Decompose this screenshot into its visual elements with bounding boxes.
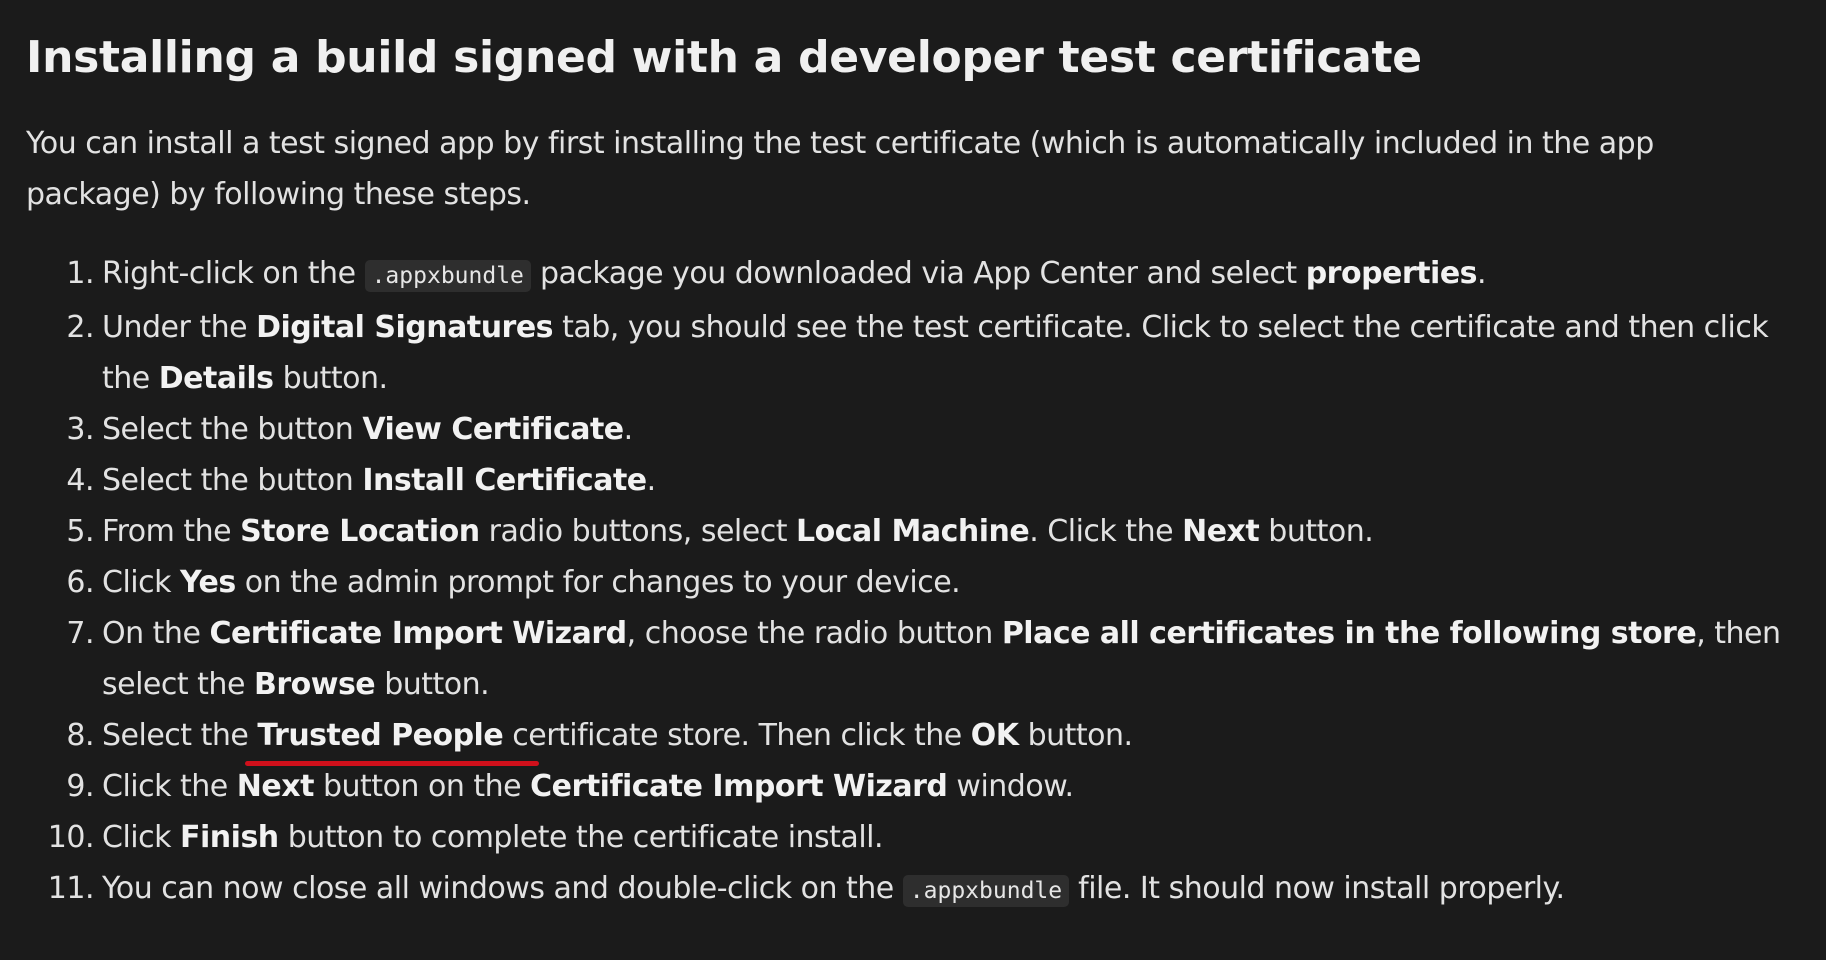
bold-term: Finish <box>180 820 279 855</box>
step-item: 6. Click Yes on the admin prompt for chan… <box>26 557 1786 608</box>
bold-term: Certificate Import Wizard <box>209 616 627 651</box>
step-text: button. <box>1259 514 1374 549</box>
step-number: 9. <box>66 769 94 804</box>
step-text: certificate store. Then click the <box>503 718 971 753</box>
step-number: 8. <box>66 718 94 753</box>
step-text: button. <box>375 667 490 702</box>
step-number: 7. <box>66 616 94 651</box>
intro-paragraph: You can install a test signed app by fir… <box>26 126 1654 212</box>
step-number: 5. <box>66 514 94 549</box>
article: Installing a build signed with a develop… <box>26 0 1786 917</box>
underlined-term: Trusted People <box>245 710 540 766</box>
bold-term: Details <box>158 361 274 396</box>
step-text: Click the <box>102 769 237 804</box>
step-text: button. <box>1018 718 1134 753</box>
bold-term: OK <box>970 718 1019 753</box>
step-number: 1. <box>66 256 94 291</box>
step-text: . <box>1477 256 1487 291</box>
bold-term: Digital Signatures <box>256 310 554 345</box>
bold-term: Browse <box>253 667 376 702</box>
bold-term: Certificate Import Wizard <box>530 769 948 804</box>
step-text: package you downloaded via App Center an… <box>530 256 1306 291</box>
step-text: Click <box>102 820 181 855</box>
step-item: 11. You can now close all windows and dou… <box>26 863 1786 917</box>
bold-term: Install Certificate <box>362 463 647 498</box>
bold-term: Place all certificates in the following … <box>1001 616 1697 651</box>
step-text: Under the <box>102 310 257 345</box>
step-text: radio buttons, select <box>479 514 796 549</box>
step-item: 7. On the Certificate Import Wizard, choo… <box>26 608 1786 710</box>
step-number: 4. <box>66 463 94 498</box>
step-text: . <box>623 412 634 447</box>
steps-list: 1. Right-click on the .appxbundle package… <box>26 248 1786 917</box>
bold-term: Next <box>236 769 315 804</box>
bold-term: properties <box>1305 256 1478 291</box>
bold-term: Local Machine <box>796 514 1030 549</box>
step-text: button on the <box>313 769 531 804</box>
step-item: 5. From the Store Location radio buttons,… <box>26 506 1786 557</box>
inline-code: .appxbundle <box>902 875 1070 907</box>
step-number: 6. <box>66 565 94 600</box>
step-text: Click <box>102 565 181 600</box>
step-number: 2. <box>66 310 94 345</box>
step-item: 9. Click the Next button on the Certifica… <box>26 761 1786 812</box>
step-text: On the <box>102 616 210 651</box>
bold-term: Store Location <box>240 514 480 549</box>
step-text: button to complete the certificate insta… <box>278 820 884 855</box>
step-text: Right-click on the <box>102 256 365 291</box>
step-item: 2. Under the Digital Signatures tab, you … <box>26 302 1786 404</box>
step-text: Select the button <box>102 412 363 447</box>
step-text: window. <box>947 769 1074 804</box>
step-number: 10. <box>47 820 95 855</box>
bold-term: Next <box>1182 514 1260 549</box>
step-number: 3. <box>66 412 94 447</box>
step-number: 11. <box>47 871 95 906</box>
step-text: Select the button <box>102 463 363 498</box>
step-item: 3. Select the button View Certificate. <box>26 404 1786 455</box>
step-item: 8. Select the Trusted People certificate … <box>26 710 1786 766</box>
step-text: . Click the <box>1029 514 1183 549</box>
step-text: file. It should now install properly. <box>1069 871 1565 906</box>
step-text: button. <box>273 361 389 396</box>
bold-term: Yes <box>180 565 236 600</box>
step-text: on the admin prompt for changes to your … <box>235 565 961 600</box>
inline-code: .appxbundle <box>364 260 531 292</box>
step-text: , choose the radio button <box>626 616 1002 651</box>
step-text: You can now close all windows and double… <box>102 871 903 906</box>
step-item: 1. Right-click on the .appxbundle package… <box>26 248 1786 302</box>
bold-term: View Certificate <box>362 412 624 447</box>
step-text: From the <box>102 514 241 549</box>
page-title: Installing a build signed with a develop… <box>26 32 1422 83</box>
step-text: Select the <box>102 718 258 753</box>
step-text: . <box>646 463 657 498</box>
step-item: 4. Select the button Install Certificate. <box>26 455 1786 506</box>
step-item: 10. Click Finish button to complete the c… <box>26 812 1786 863</box>
